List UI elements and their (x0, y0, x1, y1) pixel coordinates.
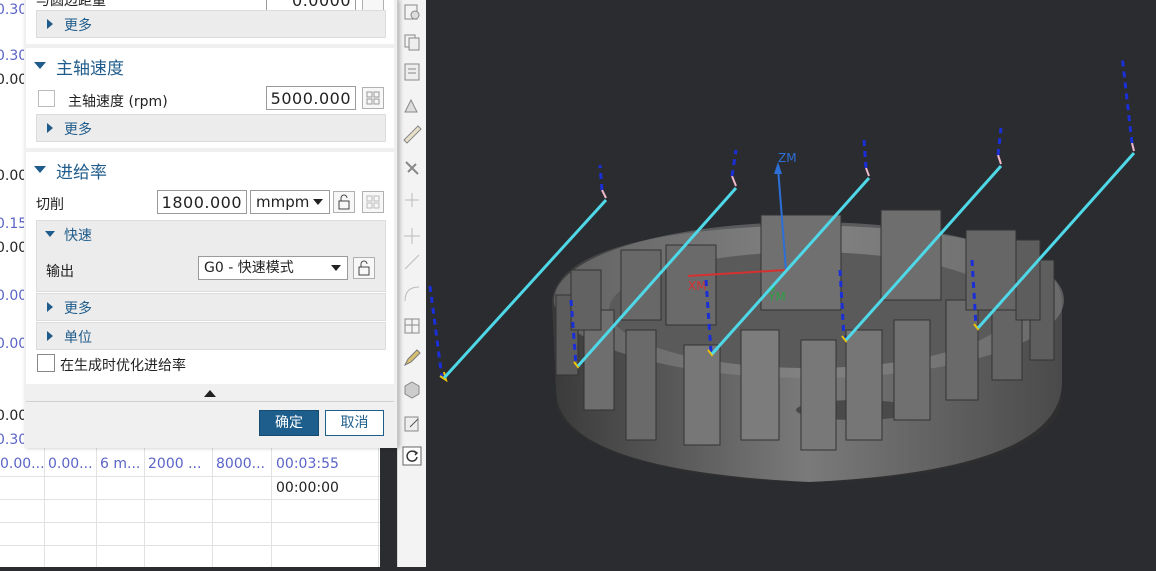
line-icon[interactable] (402, 252, 422, 272)
arc-icon[interactable] (402, 284, 422, 304)
verify-icon[interactable] (402, 96, 422, 116)
chevron-up-icon (204, 390, 216, 397)
calculator-icon[interactable] (362, 87, 384, 109)
crosshair-icon[interactable] (402, 226, 422, 246)
refresh-icon[interactable] (402, 446, 422, 466)
ruler-icon[interactable] (402, 124, 422, 144)
chevron-down-icon (331, 265, 341, 271)
rapid-subgroup: 快速 输出 G0 - 快速模式 (36, 220, 386, 292)
more-label: 更多 (64, 122, 92, 138)
spindle-speed-group: 主轴速度 主轴速度 (rpm) 5000.000 更多 (26, 48, 394, 148)
expand-icon (47, 331, 53, 341)
feeds-speeds-dialog: 与圆边距量 0.0000 更多 主轴速度 主轴速度 (rpm) 5000.000… (24, 0, 398, 448)
optimize-feed-label: 在生成时优化进给率 (60, 358, 186, 374)
tool-icon[interactable] (402, 158, 422, 178)
check-sheet-icon[interactable] (402, 2, 422, 22)
output-select[interactable]: G0 - 快速模式 (198, 256, 348, 280)
collapse-dialog-toggle[interactable] (26, 386, 394, 400)
list-icon[interactable] (402, 62, 422, 82)
ok-button[interactable]: 确定 (259, 410, 319, 436)
table-icon[interactable] (402, 316, 422, 336)
calculator-icon[interactable] (362, 191, 384, 213)
cut-label: 切削 (36, 197, 64, 213)
expand-icon (47, 19, 53, 29)
part-model (552, 209, 1064, 482)
chevron-down-icon (313, 199, 323, 205)
expand-icon (47, 123, 53, 133)
feed-unit-select[interactable]: mmpm (250, 190, 330, 214)
more-label: 更多 (64, 18, 92, 34)
copy-icon[interactable] (402, 32, 422, 52)
lock-icon[interactable] (353, 257, 375, 279)
model-view: ZM XM YM (428, 55, 1136, 482)
expand-icon (47, 302, 53, 312)
more-toggle-1[interactable]: 更多 (36, 10, 386, 38)
measure-icon[interactable] (402, 190, 422, 210)
more-toggle-2[interactable]: 更多 (36, 114, 386, 142)
top-field-label: 与圆边距量 (36, 0, 106, 9)
optimize-feed-checkbox[interactable] (37, 354, 55, 372)
units-label: 单位 (64, 330, 92, 346)
axis-z-label: ZM (778, 151, 797, 165)
collapse-icon[interactable] (45, 231, 55, 237)
rapid-title: 快速 (64, 228, 92, 244)
collapse-icon[interactable] (34, 166, 46, 173)
cancel-button[interactable]: 取消 (325, 410, 384, 436)
axis-y-label: YM (767, 290, 786, 304)
spindle-speed-input[interactable]: 5000.000 (266, 86, 356, 110)
vertical-toolbar (397, 0, 426, 567)
spindle-checkbox[interactable] (38, 90, 55, 107)
feed-title: 进给率 (56, 163, 107, 183)
spindle-label: 主轴速度 (rpm) (68, 94, 168, 110)
more-toggle-3[interactable]: 更多 (36, 293, 386, 321)
3d-viewport[interactable]: ZM XM YM (426, 0, 1156, 567)
pen-icon[interactable] (402, 348, 422, 368)
output-label: 输出 (46, 264, 74, 280)
axis-x-label: XM (688, 279, 707, 293)
cut-feed-input[interactable]: 1800.000 (157, 190, 247, 214)
previous-group: 与圆边距量 0.0000 更多 (26, 0, 394, 44)
units-toggle[interactable]: 单位 (36, 322, 386, 350)
collapse-icon[interactable] (34, 62, 46, 69)
edit-sheet-icon[interactable] (402, 414, 422, 434)
feed-rate-group: 进给率 切削 1800.000 mmpm 快速 输出 G0 - 快速模式 更多 … (26, 152, 394, 384)
more-label: 更多 (64, 301, 92, 317)
spindle-title: 主轴速度 (56, 59, 124, 79)
lock-icon[interactable] (333, 191, 355, 213)
model-icon[interactable] (402, 380, 422, 400)
